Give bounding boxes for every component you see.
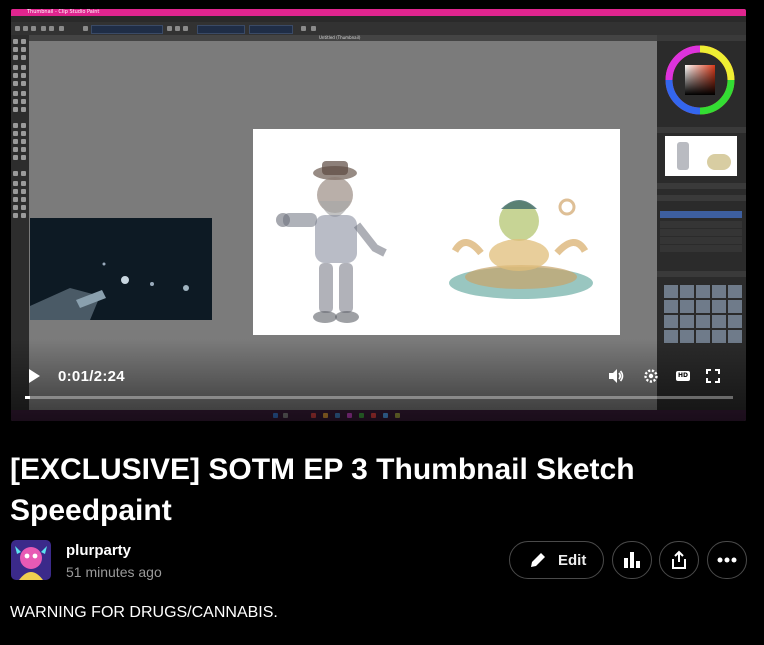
more-options-button[interactable] [707, 541, 747, 579]
navigator-preview [665, 136, 737, 176]
post-title: [EXCLUSIVE] SOTM EP 3 Thumbnail Sketch S… [10, 453, 635, 527]
canvas-tab: Untitled (Thumbnail) [29, 35, 657, 41]
canvas-tab-title: Untitled (Thumbnail) [319, 35, 361, 40]
playback-time: 0:01/2:24 [58, 368, 125, 385]
fullscreen-icon[interactable] [706, 369, 720, 383]
avatar[interactable] [11, 540, 51, 580]
share-button[interactable] [659, 541, 699, 579]
author-name[interactable]: plurparty [66, 542, 131, 559]
app-toolbar [11, 22, 746, 36]
volume-icon[interactable] [608, 368, 624, 384]
current-time: 0:01 [58, 368, 90, 385]
pirate-robot-sketch [276, 161, 387, 323]
bar-chart-icon [624, 552, 640, 568]
video-player[interactable]: Thumbnail - Clip Studio Paint FileEditSt… [11, 9, 746, 421]
stats-button[interactable] [612, 541, 652, 579]
app-title-bar: Thumbnail - Clip Studio Paint [11, 9, 746, 16]
settings-icon[interactable] [643, 368, 659, 384]
play-icon[interactable] [27, 368, 41, 384]
more-icon [717, 557, 737, 563]
pencil-icon [531, 553, 545, 567]
brush-grid [663, 284, 743, 344]
post-timestamp: 51 minutes ago [66, 564, 162, 580]
hd-badge-icon[interactable]: HD [676, 371, 690, 381]
progress-bar[interactable] [25, 396, 733, 399]
share-icon [672, 550, 686, 569]
color-wheel [665, 45, 735, 115]
app-title: Thumbnail - Clip Studio Paint [27, 9, 100, 15]
total-time: 2:24 [93, 368, 125, 385]
progress-bar-fill [25, 396, 30, 399]
octopus-character-sketch [449, 198, 593, 299]
artboard [253, 129, 620, 335]
edit-label: Edit [558, 552, 587, 569]
post-description: WARNING FOR DRUGS/CANNABIS. [10, 604, 278, 621]
inset-video-clip [30, 218, 212, 320]
edit-button[interactable]: Edit [509, 541, 604, 579]
